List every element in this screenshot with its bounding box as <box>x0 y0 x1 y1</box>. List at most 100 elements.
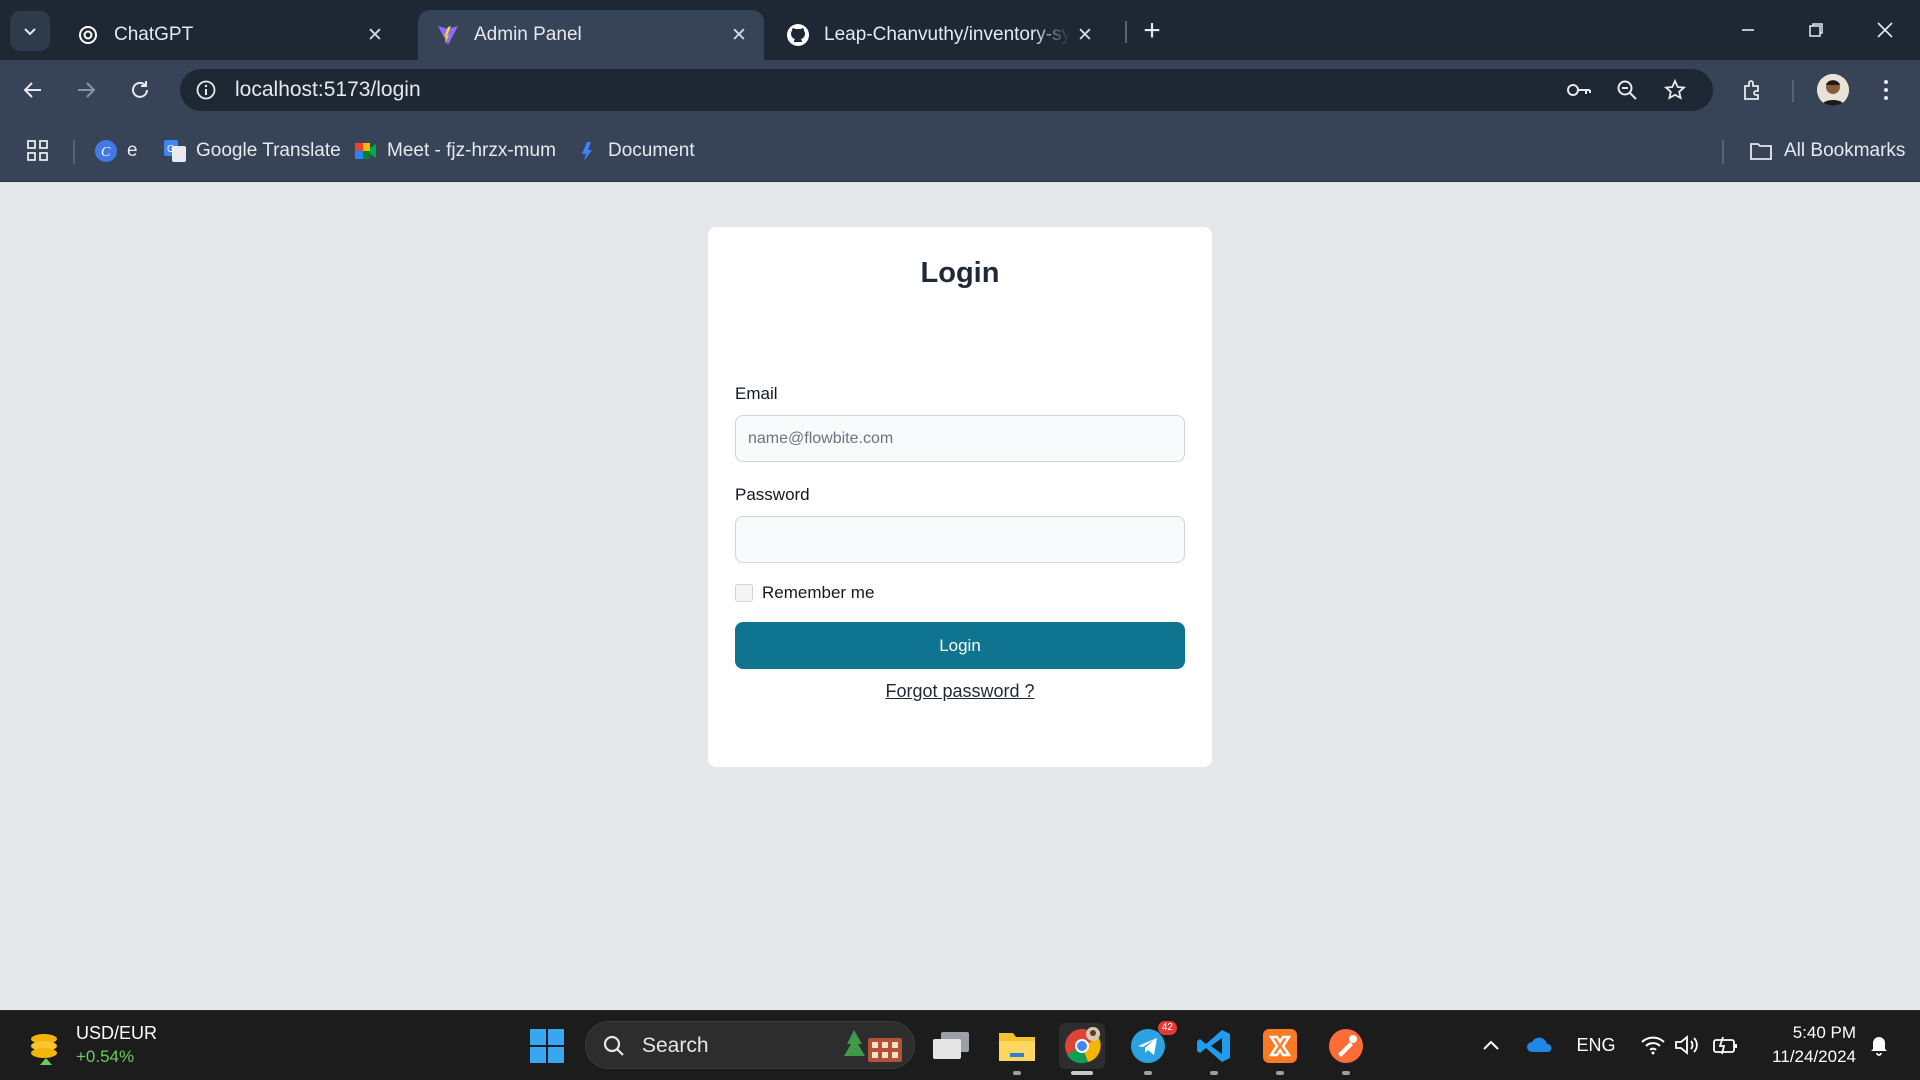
bookmark-label: Meet - fjz-hrzx-mum <box>387 140 556 161</box>
tab-github[interactable]: Leap-Chanvuthy/inventory-syst ✕ <box>768 10 1110 60</box>
bookmark-label: e <box>127 140 138 161</box>
password-key-icon[interactable] <box>1561 72 1597 108</box>
battery-button[interactable] <box>1710 1025 1740 1065</box>
windows-logo-icon <box>530 1029 564 1063</box>
wifi-icon <box>1641 1036 1665 1055</box>
clock-date: 11/24/2024 <box>1772 1047 1856 1066</box>
reload-button[interactable] <box>122 72 158 108</box>
back-button[interactable] <box>15 72 51 108</box>
volume-button[interactable] <box>1672 1025 1702 1065</box>
profile-avatar-icon <box>1817 74 1849 106</box>
clock[interactable]: 5:40 PM 11/24/2024 <box>1760 1021 1856 1069</box>
tab-admin-panel[interactable]: Admin Panel ✕ <box>418 10 764 60</box>
taskbar-search[interactable]: Search <box>585 1021 915 1069</box>
active-indicator <box>1071 1071 1093 1075</box>
tab-chatgpt[interactable]: ChatGPT ✕ <box>58 10 400 60</box>
postman-icon <box>1329 1029 1363 1063</box>
bookmark-canva[interactable]: C e <box>95 136 138 166</box>
vite-icon <box>436 23 460 47</box>
minimize-button[interactable] <box>1718 10 1778 50</box>
tab-search-button[interactable] <box>10 11 50 51</box>
tab-divider <box>1125 21 1127 43</box>
close-window-button[interactable] <box>1855 10 1915 50</box>
taskbar-app-vscode[interactable] <box>1191 1023 1237 1075</box>
forgot-password-row: Forgot password ? <box>708 645 1212 702</box>
start-button[interactable] <box>524 1023 570 1069</box>
remember-me-label[interactable]: Remember me <box>762 583 874 603</box>
apps-grid-icon <box>27 140 48 161</box>
clock-time: 5:40 PM <box>1792 1023 1856 1042</box>
apps-button[interactable] <box>26 136 50 166</box>
taskbar-app-file-explorer[interactable] <box>994 1023 1040 1075</box>
google-meet-icon <box>355 140 377 162</box>
speaker-icon <box>1675 1035 1698 1055</box>
bookmark-google-translate[interactable]: G Google Translate <box>164 136 341 166</box>
notification-badge: 42 <box>1157 1021 1177 1035</box>
new-tab-button[interactable]: + <box>1136 14 1168 47</box>
notifications-button[interactable] <box>1864 1025 1894 1065</box>
extensions-button[interactable] <box>1735 72 1771 108</box>
language-indicator[interactable]: ENG <box>1576 1025 1616 1065</box>
chevron-down-icon <box>24 28 36 36</box>
site-info-icon[interactable] <box>188 72 224 108</box>
cloud-icon <box>1527 1037 1552 1052</box>
widget-title[interactable]: USD/EUR <box>76 1023 157 1044</box>
taskbar-app-telegram[interactable]: 42 <box>1125 1021 1177 1075</box>
wifi-button[interactable] <box>1638 1025 1668 1065</box>
document-icon <box>576 140 598 162</box>
restore-button[interactable] <box>1786 10 1846 50</box>
bookmark-document[interactable]: Document <box>576 136 695 166</box>
browser-menu-button[interactable] <box>1868 72 1904 108</box>
tab-title: ChatGPT <box>114 24 194 45</box>
search-icon <box>603 1035 624 1056</box>
bell-icon <box>1871 1037 1887 1056</box>
minimize-icon <box>1742 29 1754 31</box>
taskbar-app-chrome[interactable] <box>1059 1023 1105 1075</box>
bookmark-star-icon[interactable] <box>1657 72 1693 108</box>
currency-coins-icon[interactable] <box>26 1027 66 1067</box>
avatar[interactable] <box>1817 74 1849 106</box>
puzzle-icon <box>1744 80 1759 100</box>
forgot-password-link[interactable]: Forgot password ? <box>885 681 1034 702</box>
forward-button[interactable] <box>68 72 104 108</box>
remember-me-checkbox[interactable] <box>735 584 753 602</box>
login-card: Login Email Password Remember me Login F… <box>708 227 1212 767</box>
tab-title: Leap-Chanvuthy/inventory-syst <box>824 24 1070 45</box>
canva-icon: C <box>95 140 117 162</box>
task-view-icon <box>933 1032 969 1059</box>
svg-text:G: G <box>167 144 175 155</box>
task-view-button[interactable] <box>928 1023 974 1069</box>
bookmarks-divider <box>73 140 75 164</box>
address-bar[interactable]: localhost:5173/login <box>180 69 1713 111</box>
bookmarks-divider <box>1722 140 1724 164</box>
search-label: Search <box>642 1034 709 1057</box>
widget-value[interactable]: +0.54% <box>76 1047 134 1067</box>
password-field[interactable] <box>735 516 1185 563</box>
taskbar-app-postman[interactable] <box>1323 1023 1369 1075</box>
folder-icon <box>999 1033 1035 1061</box>
password-label: Password <box>735 485 810 504</box>
close-tab-icon[interactable]: ✕ <box>360 20 390 50</box>
all-bookmarks-button[interactable]: All Bookmarks <box>1748 136 1905 166</box>
tab-title: Admin Panel <box>474 24 582 45</box>
zoom-icon[interactable] <box>1609 72 1645 108</box>
page-viewport: Login Email Password Remember me Login F… <box>0 182 1920 1010</box>
taskbar-app-xampp[interactable] <box>1257 1023 1303 1075</box>
login-title: Login <box>920 257 1000 289</box>
running-indicator <box>1342 1071 1350 1075</box>
chevron-up-icon <box>1483 1040 1499 1050</box>
email-field[interactable] <box>735 415 1185 462</box>
bookmark-google-meet[interactable]: Meet - fjz-hrzx-mum <box>355 136 556 166</box>
running-indicator <box>1210 1071 1218 1075</box>
close-tab-icon[interactable]: ✕ <box>724 20 754 50</box>
show-hidden-icons-button[interactable] <box>1476 1025 1506 1065</box>
more-vertical-icon <box>1884 80 1888 100</box>
svg-text:C: C <box>101 145 111 160</box>
url-text[interactable]: localhost:5173/login <box>235 78 421 102</box>
onedrive-button[interactable] <box>1522 1025 1558 1065</box>
arrow-right-icon <box>78 82 96 98</box>
running-indicator <box>1013 1071 1021 1075</box>
close-tab-icon[interactable]: ✕ <box>1070 20 1100 50</box>
google-translate-icon: G <box>164 140 186 162</box>
vscode-icon <box>1197 1030 1230 1062</box>
